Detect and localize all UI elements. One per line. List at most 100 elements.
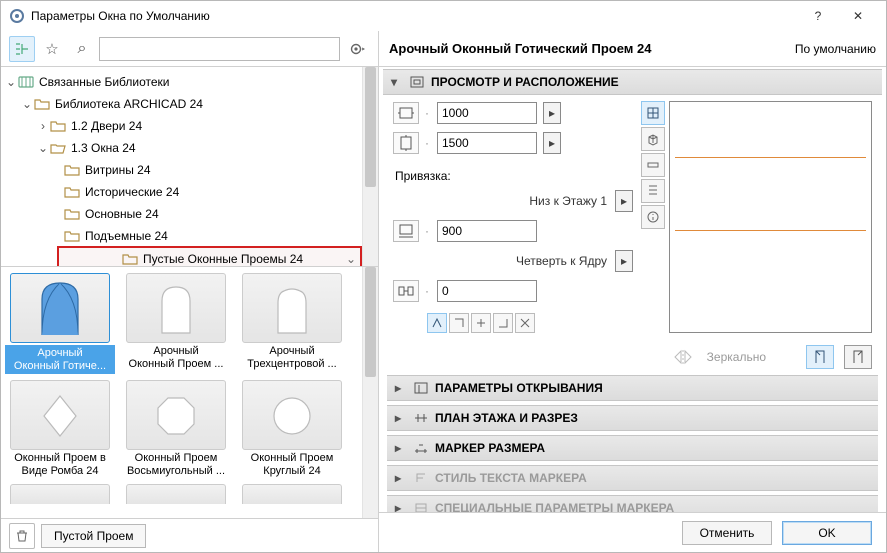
section-icon (413, 411, 429, 425)
thumbnail-icon (10, 273, 110, 343)
favorites-button[interactable]: ☆ (39, 36, 65, 62)
anchor-opt-2[interactable] (449, 313, 469, 333)
core-offset-input[interactable] (437, 280, 537, 302)
tree-row-osnovnye[interactable]: Основные 24 (1, 203, 378, 225)
tree-row-root[interactable]: ⌄ Связанные Библиотеки (1, 71, 378, 93)
thumbnail-icon (10, 380, 110, 450)
core-label: Четверть к Ядру (393, 254, 609, 268)
help-button[interactable]: ? (798, 2, 838, 30)
item-label: Оконный ПроемКруглый 24 (237, 452, 347, 477)
section-preview-position[interactable]: ▾ ПРОСМОТР И РАСПОЛОЖЕНИЕ (383, 69, 882, 95)
tree-row-podemnye[interactable]: Подъемные 24 (1, 225, 378, 247)
search-input[interactable] (99, 37, 340, 61)
preview-canvas (669, 101, 872, 333)
view-section[interactable] (641, 179, 665, 203)
close-button[interactable]: ✕ (838, 2, 878, 30)
mirror-row: Зеркально (383, 341, 882, 375)
library-footer: Пустой Проем (1, 518, 378, 552)
collapse-icon[interactable]: ⌄ (346, 252, 356, 266)
library-browser: ☆ ⌕ ⌄ Связанные Библиотеки (1, 31, 379, 552)
section-title: СПЕЦИАЛЬНЫЕ ПАРАМЕТРЫ МАРКЕРА (435, 501, 674, 512)
tree-label: 1.2 Двери 24 (71, 119, 142, 133)
section-title: МАРКЕР РАЗМЕРА (435, 441, 545, 455)
tree-label: 1.3 Окна 24 (71, 141, 136, 155)
tree-row-istoricheskie[interactable]: Исторические 24 (1, 181, 378, 203)
library-item-partial[interactable] (5, 484, 115, 504)
tree-scrollbar[interactable] (362, 67, 378, 266)
floor-value-row: · (393, 219, 633, 243)
section-dimension-marker[interactable]: ▸ МАРКЕР РАЗМЕРА (387, 435, 878, 461)
selected-item-title: Арочный Оконный Готический Проем 24 (389, 41, 651, 56)
height-row: · ▸ (393, 131, 633, 155)
tree-row-doors[interactable]: › 1.2 Двери 24 (1, 115, 378, 137)
trash-button[interactable] (9, 523, 35, 549)
view-3d[interactable] (641, 127, 665, 151)
library-item-octagon[interactable]: Оконный ПроемВосьмиугольный ... (121, 380, 231, 477)
floor-offset-input[interactable] (437, 220, 537, 242)
folder-open-icon (49, 140, 67, 156)
tree-row-vitriny[interactable]: Витрины 24 (1, 159, 378, 181)
library-item-partial[interactable] (237, 484, 347, 504)
library-item-gothic[interactable]: АрочныйОконный Готиче... (5, 273, 115, 374)
library-toolbar: ☆ ⌕ (1, 31, 378, 67)
folder-icon (63, 206, 81, 222)
view-elevation[interactable] (641, 101, 665, 125)
empty-opening-button[interactable]: Пустой Проем (41, 524, 146, 548)
section-opening-params[interactable]: ▸ ПАРАМЕТРЫ ОТКРЫВАНИЯ (387, 375, 878, 401)
library-item-arch[interactable]: АрочныйОконный Проем ... (121, 273, 231, 374)
button-label: Отменить (700, 526, 755, 540)
section-floor-plan[interactable]: ▸ ПЛАН ЭТАЖА И РАЗРЕЗ (387, 405, 878, 431)
reveal-side-2[interactable] (844, 345, 872, 369)
expander-icon[interactable]: › (37, 119, 49, 133)
item-label: АрочныйОконный Проем ... (121, 345, 231, 370)
width-input[interactable] (437, 102, 537, 124)
grid-scrollbar[interactable] (362, 267, 378, 518)
tree-row-lib[interactable]: ⌄ Библиотека ARCHICAD 24 (1, 93, 378, 115)
height-input[interactable] (437, 132, 537, 154)
titlebar: Параметры Окна по Умолчанию ? ✕ (1, 1, 886, 31)
expander-icon[interactable]: ⌄ (37, 141, 49, 155)
core-label-row: Четверть к Ядру ▸ (393, 249, 633, 273)
height-icon (393, 132, 419, 154)
core-stepper[interactable]: ▸ (615, 250, 633, 272)
app-icon (9, 8, 25, 24)
tree-label: Пустые Оконные Проемы 24 (143, 252, 303, 266)
anchor-opt-4[interactable] (493, 313, 513, 333)
expander-icon[interactable]: ⌄ (21, 97, 33, 111)
tree-view-button[interactable] (9, 36, 35, 62)
tree-row-pustye[interactable]: Пустые Оконные Проемы 24 ⌄ (59, 248, 360, 267)
library-icon (17, 74, 35, 90)
expander-icon[interactable]: ⌄ (5, 75, 17, 89)
tree-row-windows[interactable]: ⌄ 1.3 Окна 24 (1, 137, 378, 159)
view-info[interactable] (641, 205, 665, 229)
ok-button[interactable]: OK (782, 521, 872, 545)
section-icon (413, 381, 429, 395)
library-item-rhombus[interactable]: Оконный Проем вВиде Ромба 24 (5, 380, 115, 477)
section-marker-special: ▸ СПЕЦИАЛЬНЫЕ ПАРАМЕТРЫ МАРКЕРА (387, 495, 878, 512)
flip-icon (669, 347, 697, 367)
reveal-side-1[interactable] (806, 345, 834, 369)
anchor-opt-3[interactable] (471, 313, 491, 333)
thumbnail-grid: АрочныйОконный Готиче... АрочныйОконный … (1, 267, 378, 510)
view-plan[interactable] (641, 153, 665, 177)
width-stepper[interactable]: ▸ (543, 102, 561, 124)
thumbnail-grid-panel: АрочныйОконный Готиче... АрочныйОконный … (1, 267, 378, 518)
tree-label: Основные 24 (85, 207, 159, 221)
anchor-opt-1[interactable] (427, 313, 447, 333)
library-item-tricenter[interactable]: АрочныйТрехцентровой ... (237, 273, 347, 374)
section-title: СТИЛЬ ТЕКСТА МАРКЕРА (435, 471, 587, 485)
library-item-partial[interactable] (121, 484, 231, 504)
settings-gear-button[interactable] (344, 36, 370, 62)
item-label: АрочныйОконный Готиче... (5, 345, 115, 374)
folder-icon (63, 184, 81, 200)
height-stepper[interactable]: ▸ (543, 132, 561, 154)
section-icon (413, 501, 429, 512)
item-label: АрочныйТрехцентровой ... (237, 345, 347, 370)
search-icon: ⌕ (69, 36, 95, 62)
anchor-opt-5[interactable] (515, 313, 535, 333)
library-item-circle[interactable]: Оконный ПроемКруглый 24 (237, 380, 347, 477)
dimensions-fields: · ▸ · ▸ Привязка: Низ (393, 101, 633, 333)
floor-stepper[interactable]: ▸ (615, 190, 633, 212)
cancel-button[interactable]: Отменить (682, 521, 772, 545)
window-title: Параметры Окна по Умолчанию (31, 9, 210, 23)
